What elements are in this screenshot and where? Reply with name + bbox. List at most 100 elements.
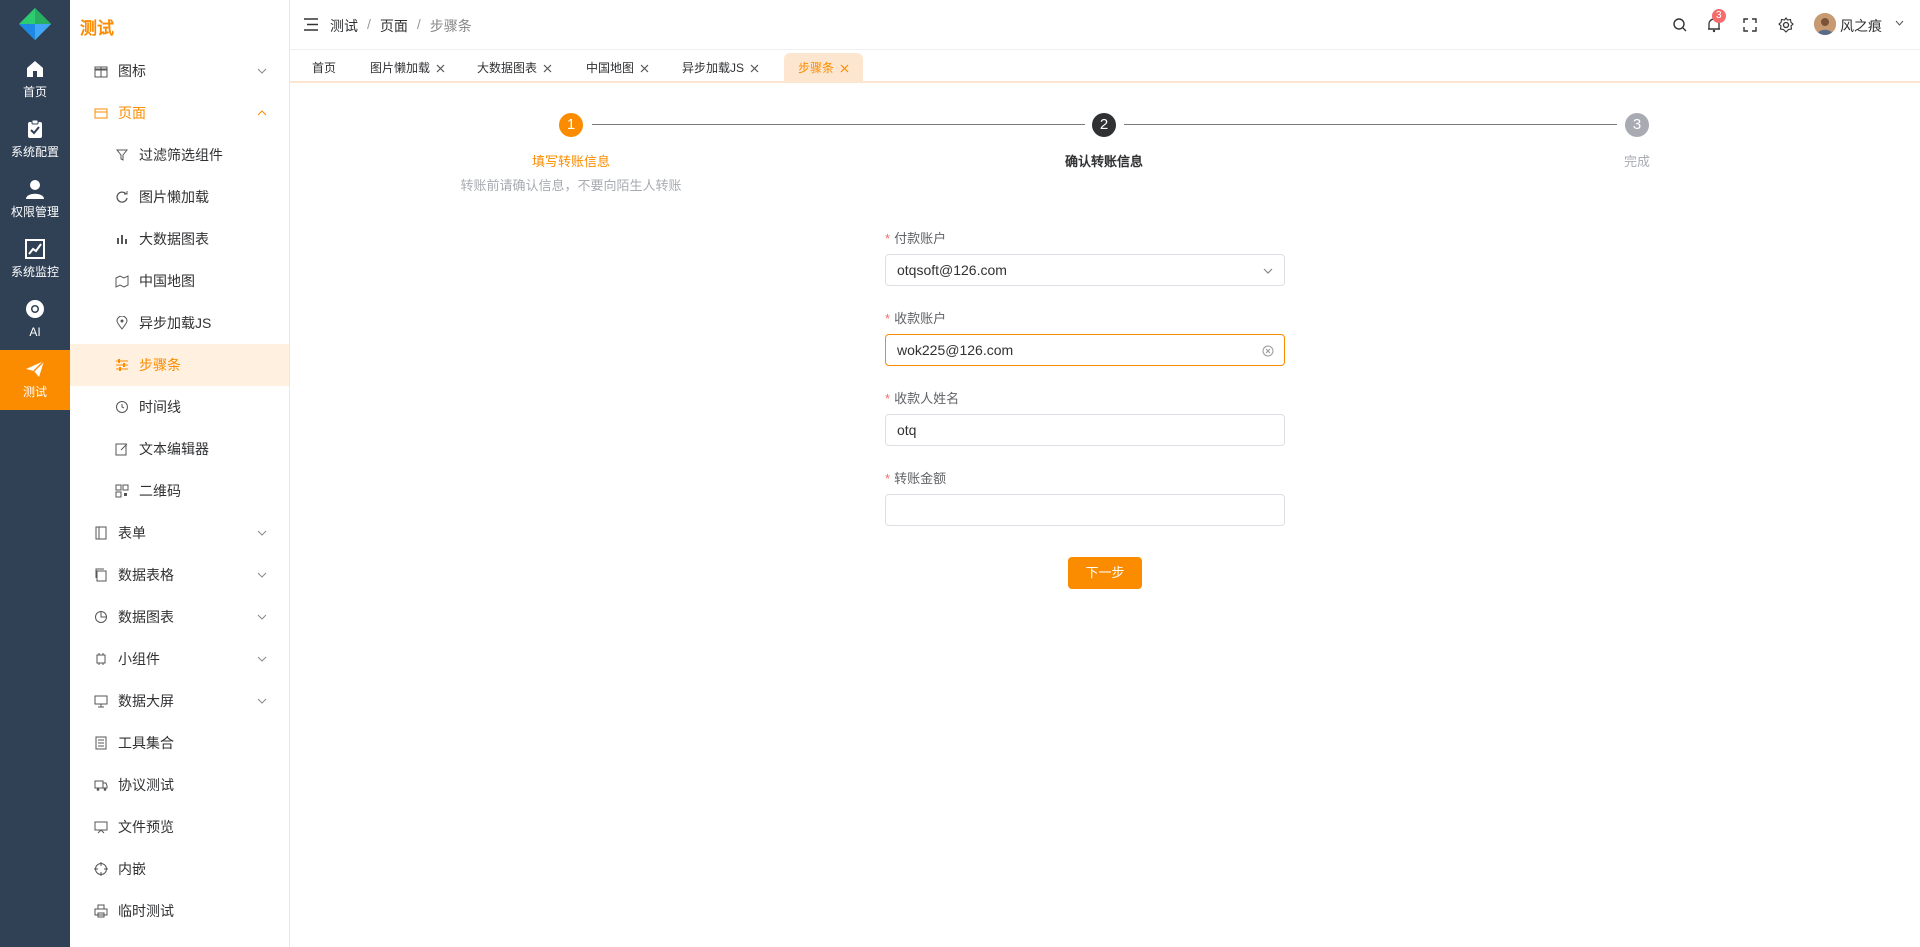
rail-item-ai[interactable]: AI — [0, 290, 70, 350]
menu-item-icons[interactable]: 图标 — [70, 50, 289, 92]
aim-icon — [94, 862, 108, 876]
menu-item-temp-test[interactable]: 临时测试 — [70, 890, 289, 932]
next-button[interactable]: 下一步 — [1068, 557, 1142, 589]
menu-item-big-screen[interactable]: 数据大屏 — [70, 680, 289, 722]
notification-badge: 3 — [1712, 9, 1726, 23]
chevron-down-icon — [257, 572, 267, 578]
menu-item-china-map[interactable]: 中国地图 — [70, 260, 289, 302]
chevron-down-icon — [257, 698, 267, 704]
payee-name-input[interactable]: otq — [885, 414, 1285, 446]
close-icon[interactable] — [436, 64, 445, 73]
monitor-icon — [94, 695, 108, 708]
tab-label: 图片懒加载 — [370, 61, 431, 75]
menu-item-async-js[interactable]: 异步加载JS — [70, 302, 289, 344]
menu-item-file-preview[interactable]: 文件预览 — [70, 806, 289, 848]
menu-item-label: 数据表格 — [118, 567, 174, 583]
rail-item-label: 系统监控 — [10, 265, 59, 279]
payee-input[interactable]: wok225@126.com — [885, 334, 1285, 366]
caret-down-icon[interactable] — [1895, 20, 1904, 27]
rail-item-permissions[interactable]: 权限管理 — [0, 170, 70, 230]
menu-item-label: 临时测试 — [118, 903, 174, 919]
rail-item-home[interactable]: 首页 — [0, 50, 70, 110]
menu-item-data-chart[interactable]: 数据图表 — [70, 596, 289, 638]
menu-item-label: 时间线 — [139, 399, 181, 415]
menu-item-pages[interactable]: 页面 — [70, 92, 289, 134]
breadcrumb-item[interactable]: 测试 — [330, 16, 358, 36]
avatar[interactable] — [1814, 13, 1836, 35]
menu-item-widgets[interactable]: 小组件 — [70, 638, 289, 680]
tab-china-map[interactable]: 中国地图 — [576, 53, 659, 83]
breadcrumb-item[interactable]: 页面 — [380, 16, 408, 36]
edit-icon — [115, 443, 128, 456]
menu-item-label: 图片懒加载 — [139, 189, 209, 205]
breadcrumb-current: 步骤条 — [429, 18, 472, 34]
payer-value: otqsoft@126.com — [897, 262, 1007, 278]
step-title: 确认转账信息 — [1064, 154, 1143, 169]
clear-icon[interactable] — [1262, 345, 1274, 357]
location-icon — [116, 316, 128, 330]
pie-chart-icon — [95, 611, 107, 623]
menu-item-big-data-chart[interactable]: 大数据图表 — [70, 218, 289, 260]
menu-item-form[interactable]: 表单 — [70, 512, 289, 554]
notebook-icon — [95, 526, 107, 540]
menu-item-embed[interactable]: 内嵌 — [70, 848, 289, 890]
amount-input[interactable] — [885, 494, 1285, 526]
menu-toggle-icon[interactable] — [304, 18, 318, 31]
step-connector — [592, 124, 1085, 125]
side-menu: 测试 图标 页面 过滤筛选组件 图片懒加载 大数据图表 中国地图 异步加载JS … — [70, 0, 290, 947]
step-number: 3 — [1625, 113, 1649, 137]
printer-icon — [94, 904, 108, 918]
truck-icon — [94, 780, 108, 791]
search-icon[interactable] — [1672, 17, 1688, 33]
menu-item-data-table[interactable]: 数据表格 — [70, 554, 289, 596]
breadcrumb: 测试 / 页面 / 步骤条 — [330, 16, 472, 36]
main-content: 1 填写转账信息 转账前请确认信息，不要向陌生人转账 2 确认转账信息 3 完成… — [290, 83, 1920, 947]
menu-item-label: 二维码 — [139, 483, 181, 499]
tab-label: 步骤条 — [798, 61, 835, 75]
menu-item-label: 数据大屏 — [118, 693, 174, 709]
menu-item-text-editor[interactable]: 文本编辑器 — [70, 428, 289, 470]
menu-item-label: 数据图表 — [118, 609, 174, 625]
username[interactable]: 风之痕 — [1840, 16, 1882, 36]
sliders-icon — [116, 359, 128, 371]
close-icon[interactable] — [543, 64, 552, 73]
top-header: 测试 / 页面 / 步骤条 3 风之痕 — [290, 0, 1920, 50]
menu-item-steps[interactable]: 步骤条 — [70, 344, 289, 386]
tab-steps[interactable]: 步骤条 — [784, 53, 864, 83]
rail-item-monitor[interactable]: 系统监控 — [0, 230, 70, 290]
menu-item-label: 大数据图表 — [139, 231, 209, 247]
menu-item-label: 小组件 — [118, 651, 160, 667]
rail-item-test[interactable]: 测试 — [0, 350, 70, 410]
menu-item-label: 工具集合 — [118, 735, 174, 751]
tab-lazy-image[interactable]: 图片懒加载 — [360, 53, 455, 83]
menu-item-timeline[interactable]: 时间线 — [70, 386, 289, 428]
close-icon[interactable] — [640, 64, 649, 73]
chevron-down-icon — [257, 530, 267, 536]
menu-item-label: 中国地图 — [139, 273, 195, 289]
menu-item-label: 文本编辑器 — [139, 441, 209, 457]
menu-item-lazy-image[interactable]: 图片懒加载 — [70, 176, 289, 218]
rail-item-label: AI — [29, 325, 41, 339]
home-icon — [27, 61, 43, 77]
menu-item-tools[interactable]: 工具集合 — [70, 722, 289, 764]
close-icon[interactable] — [750, 64, 759, 73]
rail-item-label: 权限管理 — [10, 205, 59, 219]
qrcode-icon — [115, 484, 129, 498]
close-icon[interactable] — [840, 64, 849, 73]
rail-item-system-config[interactable]: 系统配置 — [0, 110, 70, 170]
fullscreen-icon[interactable] — [1742, 17, 1758, 33]
menu-item-label: 文件预览 — [118, 819, 174, 835]
tab-big-data-chart[interactable]: 大数据图表 — [467, 53, 562, 83]
tab-home[interactable]: 首页 — [302, 53, 346, 83]
chevron-down-icon — [1263, 268, 1273, 274]
menu-item-qrcode[interactable]: 二维码 — [70, 470, 289, 512]
menu-item-filter[interactable]: 过滤筛选组件 — [70, 134, 289, 176]
gear-icon[interactable] — [1778, 17, 1794, 33]
menu-item-label: 异步加载JS — [139, 315, 212, 331]
tab-async-js[interactable]: 异步加载JS — [672, 53, 769, 83]
menu-item-label: 步骤条 — [139, 357, 181, 373]
menu-item-protocol-test[interactable]: 协议测试 — [70, 764, 289, 806]
payer-select[interactable]: otqsoft@126.com — [885, 254, 1285, 286]
app-rail: 首页 系统配置 权限管理 系统监控 AI 测试 — [0, 0, 70, 947]
document-icon — [95, 736, 107, 750]
